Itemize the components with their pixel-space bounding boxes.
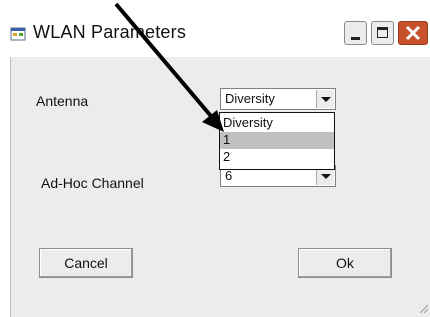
wlan-parameters-window: WLAN Parameters Antenna Diversity Ad-Hoc… — [0, 0, 430, 317]
minimize-button[interactable] — [344, 21, 367, 45]
antenna-options-list: Diversity 1 2 — [219, 112, 335, 170]
antenna-option-2[interactable]: 2 — [220, 149, 334, 166]
ok-button[interactable]: Ok — [298, 248, 392, 278]
maximize-icon — [377, 27, 388, 38]
antenna-select-value: Diversity — [225, 91, 275, 106]
chevron-down-icon — [321, 174, 331, 179]
antenna-option-1[interactable]: 1 — [220, 132, 334, 149]
resize-grip-icon[interactable] — [417, 302, 429, 314]
maximize-button[interactable] — [371, 21, 394, 45]
antenna-label: Antenna — [36, 93, 89, 109]
adhoc-channel-select-value: 6 — [225, 168, 233, 183]
minimize-icon — [351, 37, 360, 40]
window-app-icon — [10, 27, 26, 41]
antenna-option-diversity[interactable]: Diversity — [220, 115, 334, 132]
dialog-client-area: Antenna Diversity Ad-Hoc Channel 6 Cance… — [10, 57, 430, 317]
cancel-button[interactable]: Cancel — [39, 248, 133, 278]
antenna-select[interactable]: Diversity — [220, 88, 336, 110]
close-button[interactable] — [398, 21, 428, 45]
antenna-dropdown-button[interactable] — [316, 90, 334, 108]
window-title: WLAN Parameters — [33, 22, 187, 42]
close-icon — [405, 25, 421, 41]
chevron-down-icon — [321, 97, 331, 102]
adhoc-channel-label: Ad-Hoc Channel — [41, 175, 144, 191]
